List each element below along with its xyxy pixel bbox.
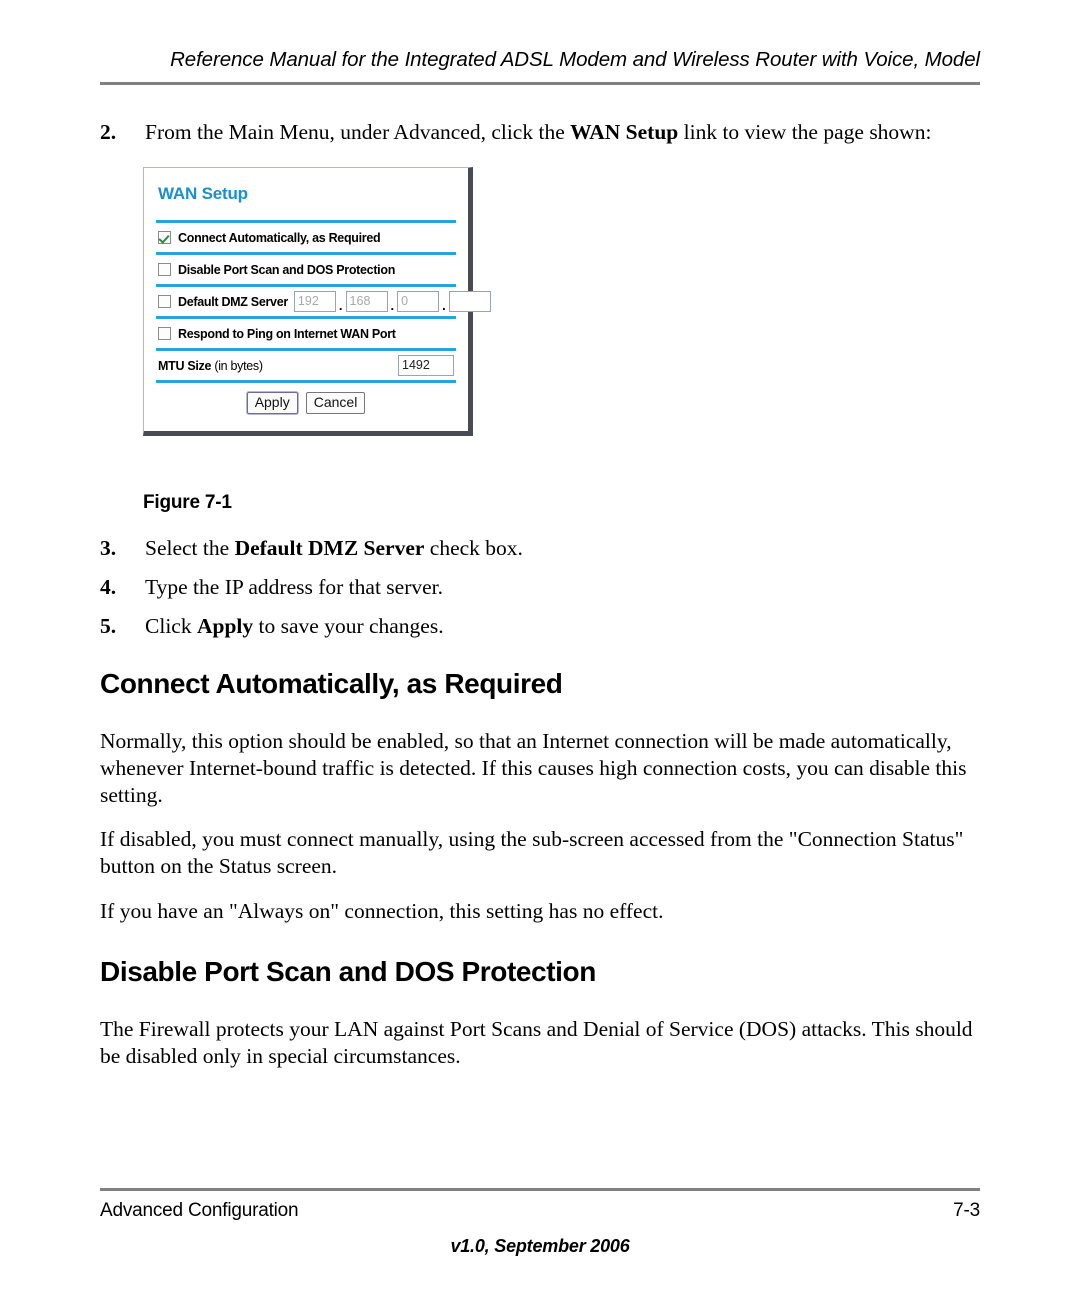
step-3-text: Select the Default DMZ Server check box. bbox=[145, 534, 990, 562]
figure-caption: Figure 7-1 bbox=[143, 492, 232, 513]
dmz-octet-1[interactable]: 192 bbox=[293, 291, 336, 312]
step-4: 4. Type the IP address for that server. bbox=[100, 573, 990, 601]
dmz-separator: . bbox=[442, 298, 446, 313]
footer-page-number: 7-3 bbox=[953, 1200, 980, 1221]
step-2-text-before: From the Main Menu, under Advanced, clic… bbox=[145, 120, 571, 144]
label-mtu-size: MTU Size (in bytes) bbox=[158, 359, 263, 373]
figure-wan-setup: WAN Setup Connect Automatically, as Requ… bbox=[143, 167, 491, 436]
step-4-text: Type the IP address for that server. bbox=[145, 573, 990, 601]
step-4-text-before: Type the IP address for that server. bbox=[145, 575, 444, 599]
checkbox-disable-port-scan[interactable] bbox=[158, 263, 171, 276]
row-default-dmz-server[interactable]: Default DMZ Server 192 . 168 . 0 . bbox=[156, 287, 491, 316]
dialog-title: WAN Setup bbox=[158, 184, 248, 203]
label-disable-port-scan: Disable Port Scan and DOS Protection bbox=[178, 262, 396, 277]
running-header: Reference Manual for the Integrated ADSL… bbox=[170, 48, 980, 71]
checkbox-respond-to-ping[interactable] bbox=[158, 327, 171, 340]
step-2-bold: WAN Setup bbox=[570, 120, 679, 144]
footer-version: v1.0, September 2006 bbox=[450, 1236, 630, 1256]
label-mtu-size-bold: MTU Size bbox=[158, 358, 212, 373]
paragraph-if-disabled: If disabled, you must connect manually, … bbox=[100, 827, 964, 878]
step-5-number: 5. bbox=[100, 614, 117, 638]
step-5-text-before: Click bbox=[145, 614, 197, 638]
step-3-text-after: check box. bbox=[424, 536, 523, 560]
step-5-text: Click Apply to save your changes. bbox=[145, 612, 990, 640]
checkbox-default-dmz-server[interactable] bbox=[158, 295, 171, 308]
row-connect-automatically[interactable]: Connect Automatically, as Required bbox=[156, 223, 456, 252]
paragraph-firewall: The Firewall protects your LAN against P… bbox=[100, 1017, 973, 1068]
mtu-size-input[interactable]: 1492 bbox=[398, 355, 454, 376]
dialog-button-row: Apply Cancel bbox=[156, 383, 456, 421]
step-2-text: From the Main Menu, under Advanced, clic… bbox=[145, 118, 990, 146]
step-5: 5. Click Apply to save your changes. bbox=[100, 612, 990, 640]
label-respond-to-ping: Respond to Ping on Internet WAN Port bbox=[178, 326, 396, 341]
step-5-text-after: to save your changes. bbox=[253, 614, 444, 638]
wan-setup-dialog: WAN Setup Connect Automatically, as Requ… bbox=[143, 167, 491, 436]
header-rule bbox=[100, 82, 980, 85]
dmz-octet-4[interactable] bbox=[448, 291, 491, 312]
footer-chapter-title: Advanced Configuration bbox=[100, 1200, 299, 1221]
checkbox-connect-automatically[interactable] bbox=[158, 231, 171, 244]
cancel-button[interactable]: Cancel bbox=[305, 392, 366, 414]
step-3-text-before: Select the bbox=[145, 536, 235, 560]
row-respond-to-ping[interactable]: Respond to Ping on Internet WAN Port bbox=[156, 319, 456, 348]
apply-button[interactable]: Apply bbox=[246, 392, 298, 414]
heading-disable-port-scan: Disable Port Scan and DOS Protection bbox=[100, 956, 596, 987]
label-connect-automatically: Connect Automatically, as Required bbox=[178, 230, 381, 245]
step-3-bold: Default DMZ Server bbox=[234, 536, 425, 560]
step-3: 3. Select the Default DMZ Server check b… bbox=[100, 534, 990, 562]
paragraph-always-on: If you have an "Always on" connection, t… bbox=[100, 899, 664, 923]
label-mtu-size-unit: (in bytes) bbox=[211, 358, 263, 373]
step-2-number: 2. bbox=[100, 120, 117, 144]
row-disable-port-scan[interactable]: Disable Port Scan and DOS Protection bbox=[156, 255, 456, 284]
dmz-separator: . bbox=[338, 298, 343, 313]
step-2: 2. From the Main Menu, under Advanced, c… bbox=[100, 118, 990, 146]
dmz-separator: . bbox=[390, 298, 395, 313]
step-5-bold: Apply bbox=[196, 614, 254, 638]
paragraph-normally: Normally, this option should be enabled,… bbox=[100, 729, 967, 807]
step-3-number: 3. bbox=[100, 536, 117, 560]
dmz-octet-2[interactable]: 168 bbox=[345, 291, 388, 312]
document-page: Reference Manual for the Integrated ADSL… bbox=[0, 0, 1080, 1296]
footer-rule bbox=[100, 1188, 980, 1191]
step-4-number: 4. bbox=[100, 575, 117, 599]
row-mtu-size: MTU Size (in bytes) 1492 bbox=[156, 351, 456, 380]
label-default-dmz-server: Default DMZ Server bbox=[178, 294, 288, 309]
step-2-text-after: link to view the page shown: bbox=[678, 120, 932, 144]
heading-connect-automatically: Connect Automatically, as Required bbox=[100, 668, 563, 699]
dmz-octet-3[interactable]: 0 bbox=[397, 291, 440, 312]
